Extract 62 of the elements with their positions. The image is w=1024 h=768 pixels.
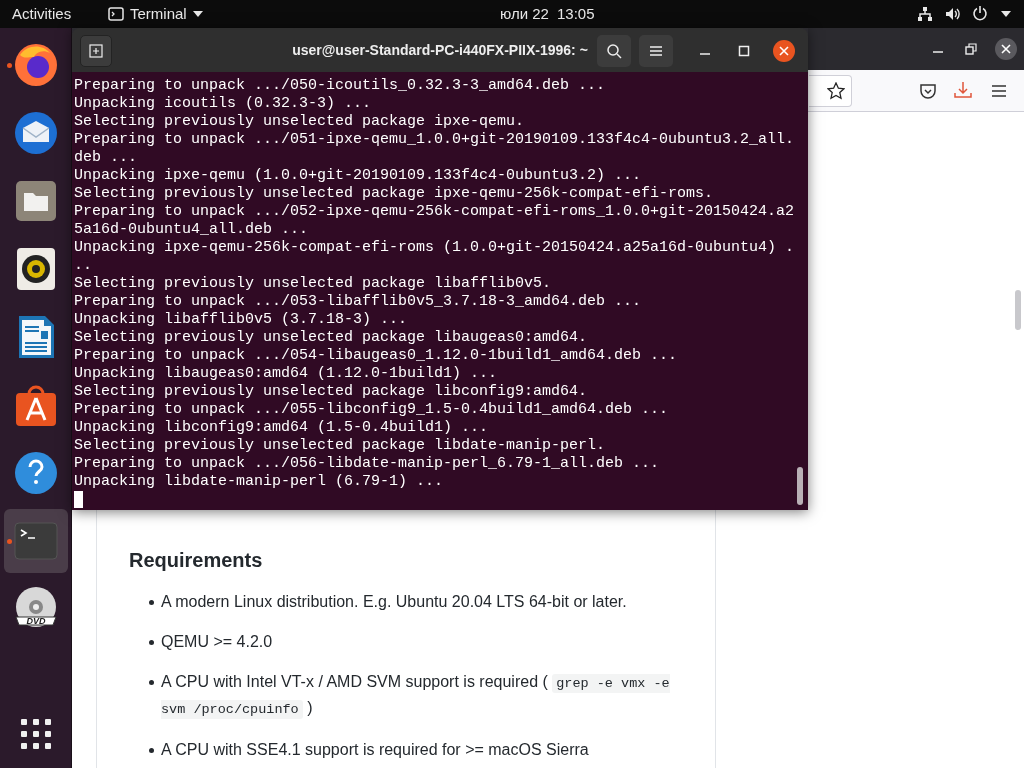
terminal-line: Preparing to unpack .../053-libafflib0v5_3.7.18-3_amd64.deb ... — [74, 293, 643, 311]
terminal-line: Preparing to unpack .../055-libconfig9_1.5-0.4build1_amd64.deb ... — [74, 401, 670, 419]
list-item-text: A CPU with SSE4.1 support is required for >= macOS Sierra — [161, 740, 590, 760]
terminal-line: Selecting previously unselected package libdate-manip-perl. — [74, 437, 607, 455]
maximize-icon[interactable] — [738, 45, 750, 57]
terminal-line: Selecting previously unselected package ipxe-qemu. — [74, 113, 526, 131]
search-button[interactable] — [597, 35, 631, 67]
terminal-line: 5a16d-0ubuntu4_all.deb ... — [74, 221, 310, 239]
terminal-line: Selecting previously unselected package libafflib0v5. — [74, 275, 553, 293]
section-heading: Requirements — [129, 548, 264, 573]
bullet-icon — [149, 640, 154, 645]
clock-text: 13:05 — [557, 4, 595, 24]
terminal-line: Selecting previously unselected package libconfig9:amd64. — [74, 383, 589, 401]
terminal-line: Preparing to unpack .../051-ipxe-qemu_1.0.0+git-20190109.133f4c4-0ubuntu3.2_all. — [74, 131, 796, 149]
terminal-line: Unpacking ipxe-qemu-256k-compat-efi-roms (1.0.0+git-20150424.a25a16d-0ubuntu4) . — [74, 239, 796, 257]
date-text: юли 22 — [500, 4, 549, 24]
terminal-line: Preparing to unpack .../050-icoutils_0.32.3-3_amd64.deb ... — [74, 77, 607, 95]
menu-button[interactable] — [639, 35, 673, 67]
terminal-line: Unpacking ipxe-qemu (1.0.0+git-20190109.133f4c4-0ubuntu3.2) ... — [74, 167, 643, 185]
activities-button[interactable]: Activities — [12, 4, 72, 24]
volume-icon[interactable] — [945, 6, 961, 22]
terminal-line: Unpacking libdate-manip-perl (6.79-1) ... — [74, 473, 445, 491]
scrollbar-thumb[interactable] — [1015, 290, 1021, 330]
caret-icon — [192, 11, 203, 17]
bullet-icon — [149, 680, 154, 685]
app-menu-button[interactable]: Terminal — [108, 3, 203, 25]
terminal-line: Unpacking libafflib0v5 (3.7.18-3) ... — [74, 311, 409, 329]
bullet-icon — [149, 600, 154, 605]
menu-icon — [650, 45, 662, 57]
terminal-line: Unpacking icoutils (0.32.3-3) ... — [74, 95, 373, 113]
network-icon[interactable] — [917, 6, 933, 22]
menu-icon[interactable] — [991, 84, 1007, 98]
terminal-line: Unpacking libaugeas0:amd64 (1.12.0-1build1) ... — [74, 365, 499, 383]
address-bar[interactable] — [809, 75, 852, 107]
terminal-line: .. — [74, 257, 93, 275]
new-tab-button[interactable] — [80, 35, 112, 67]
terminal-line: Preparing to unpack .../054-libaugeas0_1.12.0-1build1_amd64.deb ... — [74, 347, 679, 365]
close-icon[interactable] — [773, 40, 795, 62]
pocket-icon[interactable] — [919, 82, 937, 100]
list-item-text: QEMU >= 4.2.0 — [161, 632, 274, 652]
terminal-line: Preparing to unpack .../052-ipxe-qemu-256k-compat-efi-roms_1.0.0+git-20150424.a2 — [74, 203, 796, 221]
caret-icon[interactable] — [1001, 11, 1011, 17]
download-icon[interactable] — [954, 81, 972, 99]
restore-icon[interactable] — [965, 43, 977, 55]
terminal-line: deb ... — [74, 149, 138, 167]
list-item-text: A CPU with Intel VT-x / AMD SVM support is required ( grep -e vmx -e svm /proc/cpuinfo ) — [161, 672, 671, 721]
bullet-icon — [149, 748, 154, 753]
terminal-line: Selecting previously unselected package libaugeas0:amd64. — [74, 329, 589, 347]
window-title: user@user-Standard-PC-i440FX-PIIX-1996: ~ — [291, 41, 589, 60]
plus-icon — [89, 44, 103, 58]
close-icon[interactable] — [995, 38, 1017, 60]
terminal-line: Preparing to unpack .../056-libdate-manip-perl_6.79-1_all.deb ... — [74, 455, 661, 473]
power-icon[interactable] — [972, 5, 988, 21]
terminal-line: Selecting previously unselected package ipxe-qemu-256k-compat-efi-roms. — [74, 185, 715, 203]
scrollbar-thumb[interactable] — [797, 467, 803, 505]
list-item-text: A modern Linux distribution. E.g. Ubuntu 20.04 LTS 64-bit or later. — [161, 592, 628, 612]
star-icon[interactable] — [827, 82, 845, 100]
search-icon — [606, 43, 622, 59]
terminal-line: Unpacking libconfig9:amd64 (1.5-0.4build1) ... — [74, 419, 490, 437]
terminal-cursor — [74, 491, 83, 508]
terminal-icon — [108, 7, 124, 21]
app-grid-icon[interactable] — [20, 719, 51, 749]
